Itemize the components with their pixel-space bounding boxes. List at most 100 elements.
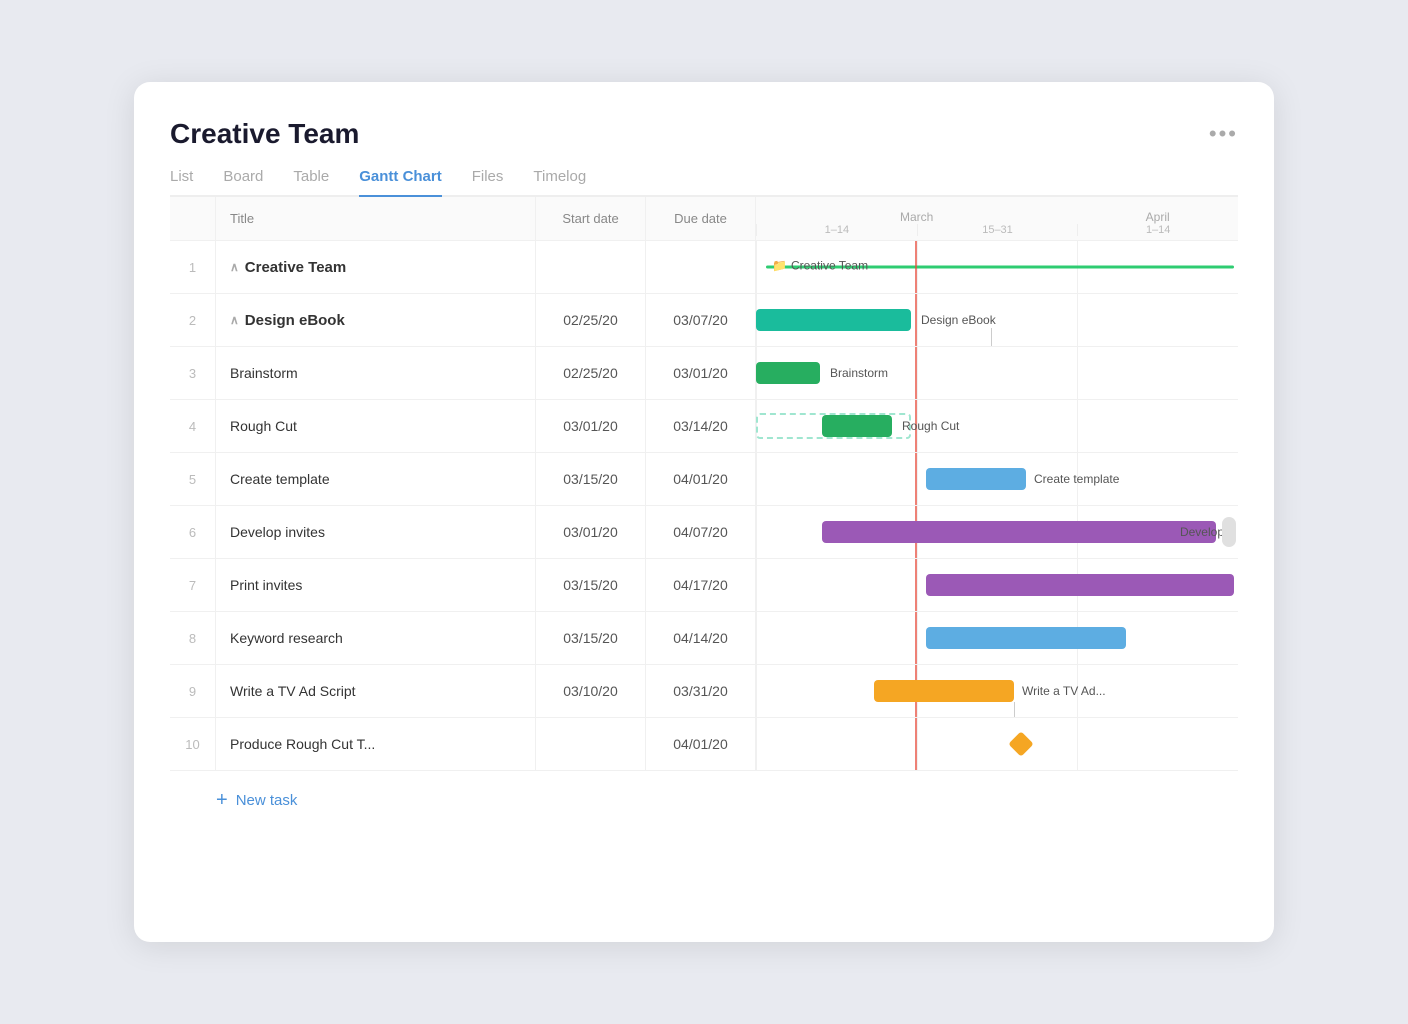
row-num-3: 3 xyxy=(170,347,216,399)
row-gantt-7 xyxy=(756,559,1238,611)
row-start-4: 03/01/20 xyxy=(536,400,646,452)
row-due-8: 04/14/20 xyxy=(646,612,756,664)
gantt-bar-rough-cut xyxy=(822,415,892,437)
gantt-period-2: 15–31 xyxy=(917,224,1078,236)
row-start-2: 02/25/20 xyxy=(536,294,646,346)
gantt-today-line xyxy=(915,453,917,505)
row-due-7: 04/17/20 xyxy=(646,559,756,611)
gantt-bar-design-ebook xyxy=(756,309,911,331)
tab-files[interactable]: Files xyxy=(472,168,504,197)
row-title-8[interactable]: Keyword research xyxy=(216,612,536,664)
collapse-icon-2[interactable]: ∧ xyxy=(230,313,239,327)
gantt-period-3: 1–14 xyxy=(1077,224,1238,236)
row-due-9: 03/31/20 xyxy=(646,665,756,717)
tab-timelog[interactable]: Timelog xyxy=(533,168,586,197)
col-title-header: Title xyxy=(216,197,536,240)
gantt-bar-print-invites xyxy=(926,574,1234,596)
gantt-label-rough-cut: Rough Cut xyxy=(902,419,959,433)
row-title-5[interactable]: Create template xyxy=(216,453,536,505)
gantt-periods: 1–14 15–31 1–14 xyxy=(756,224,1238,240)
row-title-2[interactable]: ∧ Design eBook xyxy=(216,294,536,346)
tab-list[interactable]: List xyxy=(170,168,193,197)
gantt-label-brainstorm: Brainstorm xyxy=(830,366,888,380)
row-num-2: 2 xyxy=(170,294,216,346)
more-button[interactable]: ••• xyxy=(1209,121,1238,147)
main-card: Creative Team ••• List Board Table Gantt… xyxy=(134,82,1274,942)
tab-gantt-chart[interactable]: Gantt Chart xyxy=(359,168,442,197)
gantt-bar-create-template xyxy=(926,468,1026,490)
row-num-7: 7 xyxy=(170,559,216,611)
row-due-10: 04/01/20 xyxy=(646,718,756,770)
gantt-month-march: March xyxy=(756,210,1077,224)
row-due-6: 04/07/20 xyxy=(646,506,756,558)
col-due-header: Due date xyxy=(646,197,756,240)
row-num-6: 6 xyxy=(170,506,216,558)
gantt-bar-brainstorm xyxy=(756,362,820,384)
tab-board[interactable]: Board xyxy=(223,168,263,197)
gantt-period-1: 1–14 xyxy=(756,224,917,236)
header: Creative Team ••• xyxy=(170,118,1238,150)
new-task-row: + New task xyxy=(170,771,1238,817)
row-start-9: 03/10/20 xyxy=(536,665,646,717)
row-due-1 xyxy=(646,241,756,293)
row-due-3: 03/01/20 xyxy=(646,347,756,399)
row-title-3[interactable]: Brainstorm xyxy=(216,347,536,399)
row-gantt-6: Develop... xyxy=(756,506,1238,558)
gantt-months: March April xyxy=(756,206,1238,224)
row-due-2: 03/07/20 xyxy=(646,294,756,346)
table-row: 4 Rough Cut 03/01/20 03/14/20 Rough Cut xyxy=(170,400,1238,453)
row-gantt-8 xyxy=(756,612,1238,664)
row-num-1: 1 xyxy=(170,241,216,293)
row-gantt-2: Design eBook xyxy=(756,294,1238,346)
row-title-6[interactable]: Develop invites xyxy=(216,506,536,558)
gantt-today-line xyxy=(915,718,917,770)
col-num-header xyxy=(170,197,216,240)
gantt-bar-develop-invites xyxy=(822,521,1216,543)
table-header: Title Start date Due date March April 1–… xyxy=(170,197,1238,241)
gantt-bar-tv-ad xyxy=(874,680,1014,702)
tab-table[interactable]: Table xyxy=(293,168,329,197)
table-row: 2 ∧ Design eBook 02/25/20 03/07/20 Desig… xyxy=(170,294,1238,347)
gantt-today-line xyxy=(915,347,917,399)
table-row: 8 Keyword research 03/15/20 04/14/20 xyxy=(170,612,1238,665)
col-start-header: Start date xyxy=(536,197,646,240)
gantt-table: Title Start date Due date March April 1–… xyxy=(170,197,1238,817)
table-row: 5 Create template 03/15/20 04/01/20 Crea… xyxy=(170,453,1238,506)
page-title: Creative Team xyxy=(170,118,359,150)
row-gantt-1: 📁 Creative Team xyxy=(756,241,1238,293)
gantt-milestone-produce xyxy=(1008,731,1033,756)
row-due-5: 04/01/20 xyxy=(646,453,756,505)
row-start-7: 03/15/20 xyxy=(536,559,646,611)
gantt-label-create-template: Create template xyxy=(1034,472,1119,486)
gantt-today-line xyxy=(915,612,917,664)
row-gantt-9: Write a TV Ad... xyxy=(756,665,1238,717)
row-title-7[interactable]: Print invites xyxy=(216,559,536,611)
collapse-icon-1[interactable]: ∧ xyxy=(230,260,239,274)
arrow-line-9 xyxy=(1014,702,1015,717)
gantt-label-tv-ad: Write a TV Ad... xyxy=(1022,684,1106,698)
gantt-label-design-ebook: Design eBook xyxy=(921,313,996,327)
row-gantt-5: Create template xyxy=(756,453,1238,505)
row-num-4: 4 xyxy=(170,400,216,452)
row-num-5: 5 xyxy=(170,453,216,505)
folder-icon: 📁 xyxy=(772,259,787,273)
row-title-4[interactable]: Rough Cut xyxy=(216,400,536,452)
plus-icon: + xyxy=(216,789,228,812)
row-start-3: 02/25/20 xyxy=(536,347,646,399)
tab-bar: List Board Table Gantt Chart Files Timel… xyxy=(170,168,1238,197)
gantt-bg xyxy=(756,718,1238,770)
row-start-8: 03/15/20 xyxy=(536,612,646,664)
scroll-handle[interactable] xyxy=(1222,517,1236,547)
new-task-button[interactable]: + New task xyxy=(170,789,297,812)
row-title-1[interactable]: ∧ Creative Team xyxy=(216,241,536,293)
row-title-10[interactable]: Produce Rough Cut T... xyxy=(216,718,536,770)
row-num-10: 10 xyxy=(170,718,216,770)
row-num-9: 9 xyxy=(170,665,216,717)
row-title-9[interactable]: Write a TV Ad Script xyxy=(216,665,536,717)
row-gantt-3: Brainstorm xyxy=(756,347,1238,399)
gantt-bar-keyword-research xyxy=(926,627,1126,649)
gantt-today-line xyxy=(915,559,917,611)
table-row: 1 ∧ Creative Team 📁 Creative Team xyxy=(170,241,1238,294)
gantt-bg xyxy=(756,347,1238,399)
table-row: 9 Write a TV Ad Script 03/10/20 03/31/20… xyxy=(170,665,1238,718)
